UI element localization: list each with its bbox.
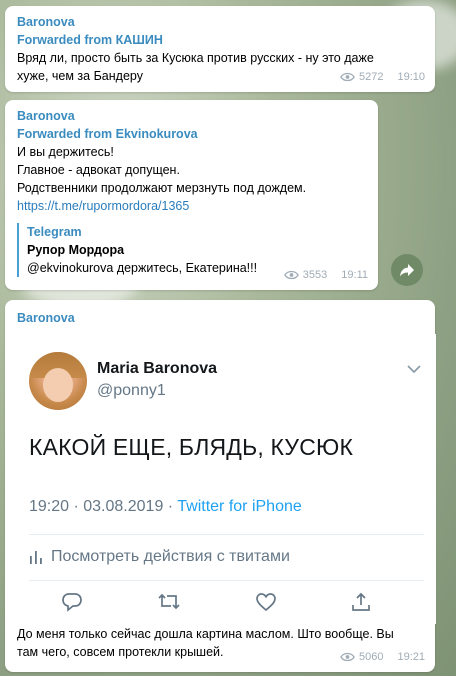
chevron-down-icon[interactable] bbox=[405, 362, 423, 376]
tweet-timestamp: 19:20 · 03.08.2019 · bbox=[29, 498, 178, 515]
forwarded-from[interactable]: Forwarded from Ekvinokurova bbox=[17, 125, 372, 143]
preview-title: Рупор Мордора bbox=[27, 243, 125, 257]
tweet-author-name[interactable]: Maria Baronova bbox=[97, 360, 217, 378]
message-line: Главное - адвокат допущен. bbox=[17, 163, 180, 177]
message-bubble[interactable]: Baronova Maria Baronova @ponny1 КАКОЙ ЕЩ… bbox=[5, 300, 436, 672]
message-line: И вы держитесь! bbox=[17, 145, 114, 159]
eye-icon bbox=[340, 652, 355, 662]
eye-icon bbox=[283, 270, 299, 280]
forwarded-from[interactable]: Forwarded from КАШИН bbox=[17, 31, 374, 49]
tweet-activity-label: Посмотреть действия с твитами bbox=[51, 548, 290, 565]
message-time: 19:21 bbox=[397, 651, 425, 663]
message-line: Вряд ли, просто быть за Кусюка против ру… bbox=[17, 51, 374, 65]
tweet-card[interactable]: Maria Baronova @ponny1 КАКОЙ ЕЩЕ, БЛЯДЬ,… bbox=[11, 334, 436, 624]
message-time: 19:11 bbox=[341, 269, 368, 281]
tweet-date: 19:20 · 03.08.2019 · Twitter for iPhone bbox=[29, 498, 302, 516]
message-line: Родственники продолжают мерзнуть под дож… bbox=[17, 181, 307, 195]
view-count: 5060 bbox=[358, 651, 384, 663]
tweet-source[interactable]: Twitter for iPhone bbox=[177, 498, 302, 515]
eye-icon bbox=[340, 72, 355, 82]
message-link[interactable]: https://t.me/rupormordora/1365 bbox=[17, 197, 372, 215]
message-author[interactable]: Baronova bbox=[17, 107, 372, 125]
avatar[interactable] bbox=[29, 352, 87, 410]
divider bbox=[29, 580, 424, 581]
bar-chart-icon bbox=[30, 551, 42, 564]
tweet-actions bbox=[61, 592, 371, 612]
preview-source: Telegram bbox=[27, 225, 82, 239]
tweet-author-handle[interactable]: @ponny1 bbox=[97, 382, 166, 400]
tweet-activity-link[interactable]: Посмотреть действия с твитами bbox=[29, 548, 290, 566]
upload-icon[interactable] bbox=[351, 592, 371, 612]
message-meta: 5060 19:21 bbox=[340, 648, 425, 666]
reply-icon[interactable] bbox=[61, 592, 83, 612]
view-count: 3553 bbox=[302, 269, 328, 281]
message-line: До меня только сейчас дошла картина масл… bbox=[17, 627, 394, 641]
view-count: 5272 bbox=[358, 71, 384, 83]
message-author[interactable]: Baronova bbox=[17, 13, 374, 31]
message-line: хуже, чем за Бандеру bbox=[17, 69, 143, 83]
divider bbox=[29, 534, 424, 535]
message-time: 19:10 bbox=[397, 71, 425, 83]
like-icon[interactable] bbox=[255, 592, 277, 612]
share-icon bbox=[400, 264, 414, 277]
message-bubble[interactable]: Baronova Forwarded from Ekvinokurova И в… bbox=[5, 100, 378, 290]
retweet-icon[interactable] bbox=[157, 592, 181, 612]
message-meta: 3553 19:11 bbox=[283, 266, 368, 284]
message-meta: 5272 19:10 bbox=[340, 68, 425, 86]
message-author[interactable]: Baronova bbox=[17, 309, 75, 327]
tweet-text: КАКОЙ ЕЩЕ, БЛЯДЬ, КУСЮК bbox=[29, 434, 354, 460]
message-bubble[interactable]: Baronova Forwarded from КАШИН Вряд ли, п… bbox=[5, 6, 435, 92]
share-button[interactable] bbox=[391, 254, 423, 286]
